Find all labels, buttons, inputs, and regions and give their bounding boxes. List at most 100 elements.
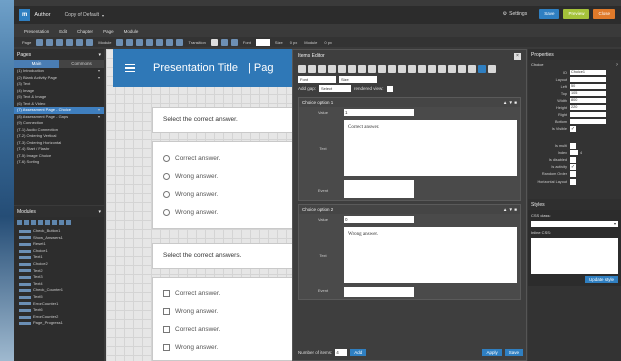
random-order-checkbox[interactable] — [570, 170, 576, 177]
color-icon[interactable] — [478, 65, 486, 73]
chevron-down-icon[interactable]: ▾ — [98, 209, 101, 215]
horizontal-layout-checkbox[interactable] — [570, 179, 576, 185]
gear-icon[interactable] — [230, 38, 238, 46]
module-item[interactable]: Show_Answers1 — [14, 235, 104, 242]
right-input[interactable] — [570, 111, 606, 118]
module-lock-icon[interactable] — [45, 220, 50, 225]
inline-css-textarea[interactable] — [531, 238, 618, 274]
module-bottom-icon[interactable] — [38, 220, 43, 225]
subscript-icon[interactable] — [338, 65, 346, 73]
text-editor[interactable]: Wrong answer. — [344, 227, 517, 283]
event-input[interactable] — [344, 180, 414, 198]
page-move-icon[interactable] — [86, 38, 94, 46]
list-icon[interactable] — [418, 65, 426, 73]
page-item[interactable]: (T-6) Sorting — [14, 159, 104, 166]
eye-lock-icon[interactable] — [19, 275, 31, 279]
is-multi-checkbox[interactable] — [570, 142, 576, 149]
value-input[interactable]: 1 — [344, 109, 414, 116]
module-size-value[interactable]: 0 px — [324, 40, 332, 45]
up-icon[interactable]: ▲ — [503, 100, 507, 105]
menu-page[interactable]: Page — [103, 29, 114, 34]
apply-button[interactable]: Apply — [482, 349, 502, 356]
chevron-down-icon[interactable]: ▾ — [98, 52, 101, 58]
grid-icon[interactable] — [176, 38, 184, 46]
numbered-list-icon[interactable] — [428, 65, 436, 73]
help-icon[interactable]: ? — [616, 62, 618, 67]
transition-icon[interactable] — [210, 38, 218, 46]
value-input[interactable]: 0 — [344, 216, 414, 223]
down-icon[interactable]: ▼ — [509, 207, 513, 212]
module-item[interactable]: Text6 — [14, 307, 104, 314]
html-icon[interactable] — [488, 65, 496, 73]
align-left-icon[interactable] — [378, 65, 386, 73]
page-down-icon[interactable] — [76, 38, 84, 46]
module-item[interactable]: Text4 — [14, 281, 104, 288]
settings-button[interactable]: ⚙ Settings — [503, 11, 528, 17]
eye-lock-icon[interactable] — [19, 249, 31, 253]
eye-lock-icon[interactable] — [19, 229, 31, 233]
eye-lock-icon[interactable] — [19, 242, 31, 246]
add-button[interactable]: Add — [350, 349, 367, 356]
outdent-icon[interactable] — [448, 65, 456, 73]
justify-icon[interactable] — [408, 65, 416, 73]
page-copy-icon[interactable] — [46, 38, 54, 46]
module-item[interactable]: Text1 — [14, 254, 104, 261]
text-editor[interactable]: Correct answer. — [344, 120, 517, 176]
copy-icon[interactable] — [146, 38, 154, 46]
tab-commons[interactable]: Commons — [59, 60, 104, 68]
module-group-icon[interactable] — [59, 220, 64, 225]
checkbox-icon[interactable] — [163, 289, 170, 297]
superscript-icon[interactable] — [348, 65, 356, 73]
gap-select[interactable]: Select — [319, 85, 352, 92]
radio-icon[interactable] — [163, 172, 170, 180]
menu-chapter[interactable]: Chapter — [77, 29, 93, 34]
font-input[interactable] — [255, 38, 270, 46]
checkbox-icon[interactable] — [163, 325, 170, 333]
index-input[interactable] — [570, 149, 578, 156]
number-of-items-input[interactable]: 4 — [335, 349, 348, 356]
undo-icon[interactable] — [116, 38, 124, 46]
eye-lock-icon[interactable] — [19, 256, 31, 260]
trash-icon[interactable]: ■ — [514, 100, 517, 105]
down-icon[interactable]: ▼ — [509, 100, 513, 105]
height-input[interactable]: 220 — [570, 104, 606, 111]
module-visible-icon[interactable] — [52, 220, 57, 225]
indent-icon[interactable] — [438, 65, 446, 73]
module-item[interactable]: ErrorCounter1 — [14, 301, 104, 308]
image-icon[interactable] — [458, 65, 466, 73]
id-input[interactable]: Choice1 — [570, 69, 606, 76]
page-add-icon[interactable] — [36, 38, 44, 46]
module-item[interactable]: Check_Counter1 — [14, 287, 104, 294]
align-icon[interactable] — [166, 38, 174, 46]
size-value[interactable]: 0 px — [290, 40, 298, 45]
width-input[interactable]: 800 — [570, 97, 606, 104]
cut-icon[interactable] — [136, 38, 144, 46]
font-select[interactable]: Font — [298, 76, 336, 83]
italic-icon[interactable] — [308, 65, 316, 73]
rendered-view-checkbox[interactable] — [386, 85, 393, 92]
redo-icon[interactable] — [126, 38, 134, 46]
menu-edit[interactable]: Edit — [59, 29, 67, 34]
tab-main[interactable]: Main — [14, 60, 59, 68]
page-up-icon[interactable] — [66, 38, 74, 46]
eye-lock-icon[interactable] — [19, 308, 31, 312]
underline-icon[interactable] — [318, 65, 326, 73]
save-button[interactable]: Save — [539, 9, 560, 19]
eye-lock-icon[interactable] — [19, 302, 31, 306]
eye-lock-icon[interactable] — [19, 322, 31, 326]
table-icon[interactable] — [468, 65, 476, 73]
size-select[interactable]: Size — [339, 76, 377, 83]
menu-module[interactable]: Module — [124, 29, 139, 34]
update-style-button[interactable]: Update style — [584, 276, 618, 283]
eye-lock-icon[interactable] — [19, 282, 31, 286]
checkbox-icon[interactable] — [163, 307, 170, 315]
radio-icon[interactable] — [163, 190, 170, 198]
module-up-icon[interactable] — [17, 220, 22, 225]
event-input[interactable] — [344, 287, 414, 297]
bottom-input[interactable] — [570, 118, 606, 125]
checkbox-icon[interactable] — [163, 343, 170, 351]
is-activity-checkbox[interactable]: ✓ — [570, 163, 576, 170]
eye-lock-icon[interactable] — [19, 262, 31, 266]
up-icon[interactable]: ▲ — [503, 207, 507, 212]
menu-presentation[interactable]: Presentation — [24, 29, 49, 34]
